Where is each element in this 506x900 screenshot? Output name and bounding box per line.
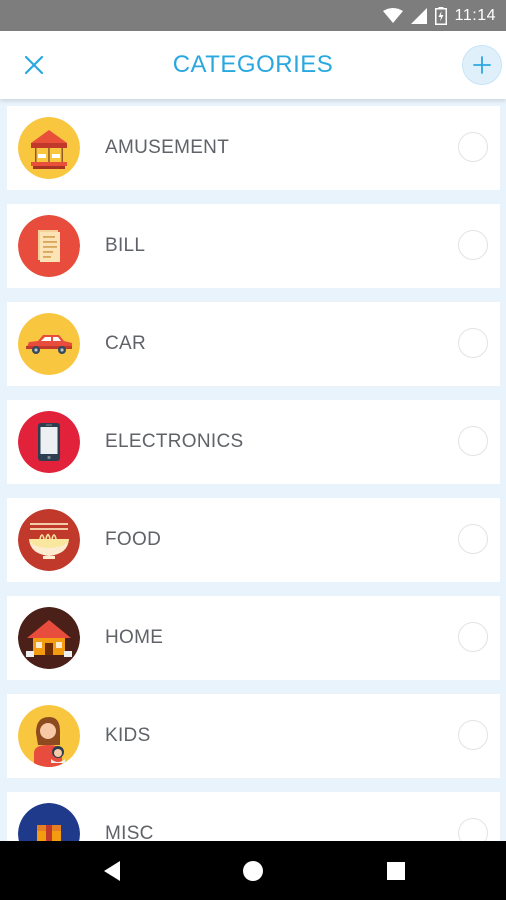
wifi-icon [382, 7, 403, 23]
category-row-kids[interactable]: KIDS [7, 694, 500, 778]
category-radio[interactable] [458, 818, 488, 841]
battery-icon [434, 6, 447, 25]
close-button[interactable] [16, 47, 52, 83]
category-radio[interactable] [458, 328, 488, 358]
category-row-food[interactable]: FOOD [7, 498, 500, 582]
category-row-misc[interactable]: MISC [7, 792, 500, 841]
app-bar: CATEGORIES [0, 31, 506, 99]
mother-baby-icon [18, 705, 80, 767]
back-button[interactable] [82, 841, 142, 900]
smartphone-icon [18, 411, 80, 473]
house-icon [18, 607, 80, 669]
noodle-bowl-icon [18, 509, 80, 571]
plus-icon [473, 56, 491, 74]
category-row-car[interactable]: CAR [7, 302, 500, 386]
system-nav-bar [0, 841, 506, 900]
category-row-home[interactable]: HOME [7, 596, 500, 680]
category-radio[interactable] [458, 230, 488, 260]
category-list: AMUSEMENT BILL CAR ELECTRONICS FOOD HOME… [0, 99, 506, 841]
category-row-electronics[interactable]: ELECTRONICS [7, 400, 500, 484]
car-icon [18, 313, 80, 375]
category-row-bill[interactable]: BILL [7, 204, 500, 288]
status-time: 11:14 [454, 6, 496, 24]
recents-square-icon [387, 861, 405, 880]
box-icon [18, 803, 80, 841]
category-radio[interactable] [458, 720, 488, 750]
page-title: CATEGORIES [172, 51, 334, 78]
category-radio[interactable] [458, 524, 488, 554]
home-button[interactable] [223, 841, 283, 900]
category-label: AMUSEMENT [105, 137, 230, 158]
category-label: CAR [105, 333, 147, 354]
home-circle-icon [243, 860, 263, 881]
category-radio[interactable] [458, 132, 488, 162]
carousel-icon [18, 117, 80, 179]
category-row-amusement[interactable]: AMUSEMENT [7, 106, 500, 190]
recents-button[interactable] [366, 841, 426, 900]
status-icons: 11:14 [382, 0, 496, 31]
category-label: KIDS [105, 725, 151, 746]
close-icon [24, 55, 44, 75]
category-label: HOME [105, 627, 164, 648]
back-triangle-icon [104, 860, 120, 881]
category-radio[interactable] [458, 426, 488, 456]
bill-document-icon [18, 215, 80, 277]
category-label: FOOD [105, 529, 162, 550]
add-category-button[interactable] [462, 45, 502, 85]
category-label: ELECTRONICS [105, 431, 244, 452]
signal-icon [410, 7, 427, 24]
category-label: MISC [105, 823, 154, 841]
category-radio[interactable] [458, 622, 488, 652]
status-bar: 11:14 [0, 0, 506, 31]
category-label: BILL [105, 235, 146, 256]
